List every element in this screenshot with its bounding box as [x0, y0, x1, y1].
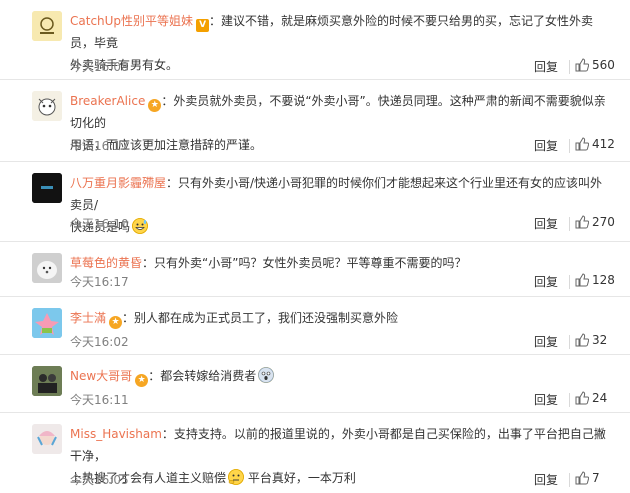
comment-text: ：只有外卖“小哥”吗？女性外卖员呢？平等尊重不需要的吗？ — [142, 256, 467, 270]
comment-item: 李士滿 ★ ：别人都在成为正式员工了，我们还没强制买意外险 今天16:02 回复 3… — [0, 297, 630, 355]
comment-item: 八万重月影霾殢屋：只有外卖小哥/快递小哥犯罪的时候你们才能想起来这个行业里还有女… — [0, 162, 630, 242]
avatar[interactable] — [32, 424, 62, 454]
thumbs-up-icon — [575, 215, 590, 232]
couple-avatar-icon — [32, 366, 62, 396]
divider — [569, 393, 570, 407]
username-link[interactable]: BreakerAlice — [70, 94, 145, 108]
like-count: 32 — [592, 333, 608, 347]
catchup-logo-icon — [32, 11, 62, 41]
comment-body: 李士滿 ★ ：别人都在成为正式员工了，我们还没强制买意外险 — [70, 307, 610, 329]
comment-body: Miss_Havisham：支持支持。以前的报道里说的，外卖小哥都是自己买保险的… — [70, 423, 610, 489]
username-link[interactable]: New大哥哥 — [70, 369, 132, 383]
avatar[interactable] — [32, 11, 62, 41]
dark-avatar-icon — [32, 173, 62, 203]
comment-item: BreakerAlice ★ ：外卖员就外卖员，不要说“外卖小哥”。快递员同理。这种… — [0, 80, 630, 162]
reply-button[interactable]: 回复 — [534, 215, 558, 232]
timestamp: 今天16:11 — [70, 393, 129, 407]
comment-item: 草莓色的黄昏：只有外卖“小哥”吗？女性外卖员呢？平等尊重不需要的吗？ 今天16:… — [0, 242, 630, 297]
thinking-emoji-icon — [228, 469, 245, 485]
like-button[interactable]: 32 — [575, 333, 630, 350]
thumbs-up-icon — [575, 137, 590, 154]
timestamp: 今天16:10 — [70, 217, 129, 231]
like-button[interactable]: 7 — [575, 471, 630, 488]
username-link[interactable]: 李士滿 — [70, 311, 106, 325]
comment-list: CatchUp性别平等姐妹 V ：建议不错，就是麻烦买意外险的时候不要只给男的买，忘… — [0, 0, 630, 493]
like-count: 128 — [592, 273, 615, 287]
thumbs-up-icon — [575, 58, 590, 75]
member-badge-icon: ★ — [135, 374, 149, 387]
vip-badge-icon: V — [196, 19, 210, 32]
like-count: 270 — [592, 215, 615, 229]
username-link[interactable]: 八万重月影霾殢屋 — [70, 176, 166, 190]
reply-button[interactable]: 回复 — [534, 273, 558, 290]
reply-button[interactable]: 回复 — [534, 333, 558, 350]
like-button[interactable]: 412 — [575, 137, 630, 154]
member-badge-icon: ★ — [148, 99, 162, 112]
comment-item: New大哥哥 ★ ：都会转嫁给消费者 今天16:11 回复 24 — [0, 355, 630, 413]
comment-body: 八万重月影霾殢屋：只有外卖小哥/快递小哥犯罪的时候你们才能想起来这个行业里还有女… — [70, 172, 610, 238]
timestamp: 今天16:08 — [70, 60, 129, 74]
avatar[interactable] — [32, 308, 62, 338]
username-link[interactable]: 草莓色的黄昏 — [70, 256, 142, 270]
divider — [569, 217, 570, 231]
like-count: 24 — [592, 391, 608, 405]
like-button[interactable]: 24 — [575, 391, 630, 408]
username-link[interactable]: Miss_Havisham — [70, 427, 162, 441]
timestamp: 今天16:05 — [70, 473, 129, 487]
timestamp: 今天16:17 — [70, 275, 129, 289]
cartoon-avatar-icon — [32, 91, 62, 121]
thumbs-up-icon — [575, 391, 590, 408]
grin-sweat-emoji-icon — [132, 218, 149, 234]
thumbs-up-icon — [575, 273, 590, 290]
divider — [569, 473, 570, 487]
comment-body: 草莓色的黄昏：只有外卖“小哥”吗？女性外卖员呢？平等尊重不需要的吗？ — [70, 252, 610, 274]
like-button[interactable]: 270 — [575, 215, 630, 232]
reply-button[interactable]: 回复 — [534, 58, 558, 75]
like-count: 560 — [592, 58, 615, 72]
divider — [569, 335, 570, 349]
thumbs-up-icon — [575, 333, 590, 350]
reply-button[interactable]: 回复 — [534, 391, 558, 408]
timestamp: 今天16:17 — [70, 139, 129, 153]
avatar[interactable] — [32, 91, 62, 121]
comment-item: Miss_Havisham：支持支持。以前的报道里说的，外卖小哥都是自己买保险的… — [0, 413, 630, 493]
username-link[interactable]: CatchUp性别平等姐妹 — [70, 14, 193, 28]
divider — [569, 275, 570, 289]
divider — [569, 60, 570, 74]
like-count: 7 — [592, 471, 600, 485]
comment-text: ：都会转嫁给消费者 — [148, 369, 257, 383]
comment-body: BreakerAlice ★ ：外卖员就外卖员，不要说“外卖小哥”。快递员同理。这种… — [70, 90, 610, 156]
comment-item: CatchUp性别平等姐妹 V ：建议不错，就是麻烦买意外险的时候不要只给男的买，忘… — [0, 0, 630, 80]
reply-button[interactable]: 回复 — [534, 137, 558, 154]
white-dog-avatar-icon — [32, 253, 62, 283]
harley-avatar-icon — [32, 424, 62, 454]
comment-body: New大哥哥 ★ ：都会转嫁给消费者 — [70, 365, 610, 387]
comment-text: ：别人都在成为正式员工了，我们还没强制买意外险 — [122, 311, 399, 325]
member-badge-icon: ★ — [109, 316, 123, 329]
shocked-emoji-icon — [258, 367, 275, 383]
comment-text: 平台真好，一本万利 — [247, 471, 356, 485]
divider — [569, 139, 570, 153]
reply-button[interactable]: 回复 — [534, 471, 558, 488]
thumbs-up-icon — [575, 471, 590, 488]
comment-body: CatchUp性别平等姐妹 V ：建议不错，就是麻烦买意外险的时候不要只给男的买，忘… — [70, 10, 610, 76]
avatar[interactable] — [32, 173, 62, 203]
timestamp: 今天16:02 — [70, 335, 129, 349]
avatar[interactable] — [32, 253, 62, 283]
patrick-avatar-icon — [32, 308, 62, 338]
avatar[interactable] — [32, 366, 62, 396]
like-button[interactable]: 128 — [575, 273, 630, 290]
like-button[interactable]: 560 — [575, 58, 630, 75]
like-count: 412 — [592, 137, 615, 151]
